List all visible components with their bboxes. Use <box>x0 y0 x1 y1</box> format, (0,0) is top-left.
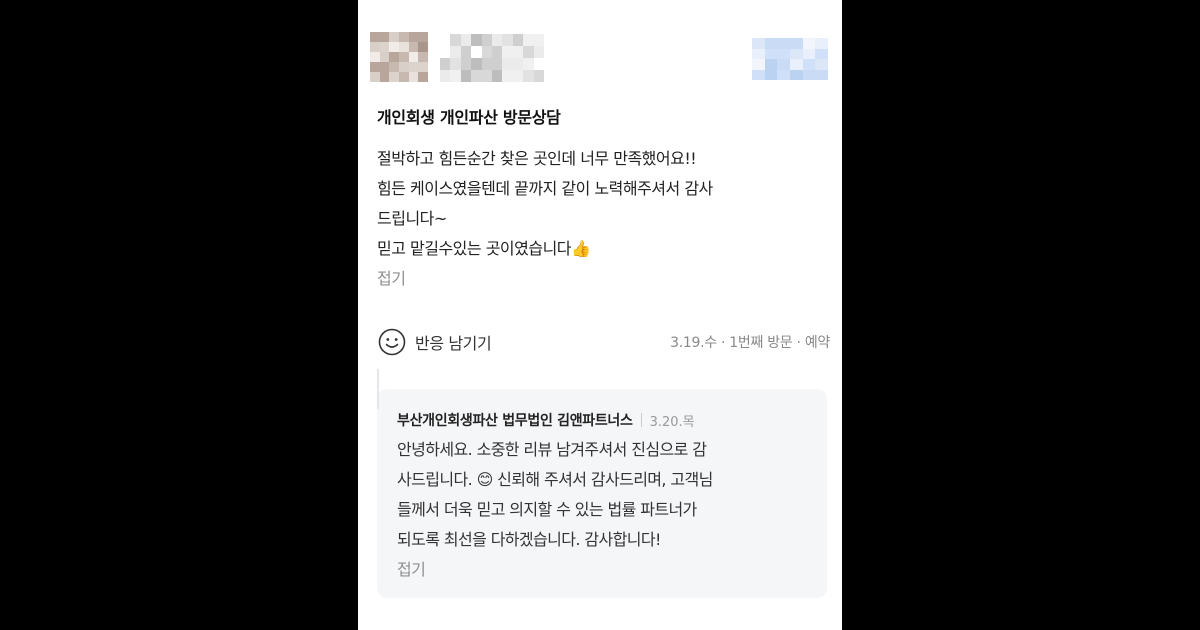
reply-line: 안녕하세요. 소중한 리뷰 남겨주셔서 진심으로 감 <box>397 440 707 459</box>
reply-date: 3.20.목 <box>649 414 695 430</box>
review-line: 믿고 맡길수있는 곳이였습니다👍 <box>377 239 591 258</box>
avatar[interactable] <box>370 32 428 82</box>
reply-line: 되도록 최선을 다하겠습니다. 감사합니다! <box>397 530 661 549</box>
reply-line: 사드립니다. 😊 신뢰해 주셔서 감사드리며, 고객님 <box>397 470 713 489</box>
reply-body: 안녕하세요. 소중한 리뷰 남겨주셔서 진심으로 감 사드립니다. 😊 신뢰해 … <box>397 435 817 585</box>
review-line: 절박하고 힘든순간 찾은 곳인데 너무 만족했어요!! <box>377 149 697 168</box>
reply-owner-name: 부산개인회생파산 법무법인 김앤파트너스 <box>397 413 633 429</box>
review-title: 개인회생 개인파산 방문상담 <box>377 108 561 127</box>
review-line: 드립니다~ <box>377 209 447 228</box>
review-line: 힘든 케이스였을텐데 끝까지 같이 노력해주셔서 감사 <box>377 179 713 198</box>
follow-button-blurred[interactable] <box>752 38 828 80</box>
review-body: 절박하고 힘든순간 찾은 곳인데 너무 만족했어요!! 힘든 케이스였을텐데 끝… <box>377 144 827 294</box>
reply-fold-link[interactable]: 접기 <box>397 555 817 585</box>
owner-reply: 부산개인회생파산 법무법인 김앤파트너스 3.20.목 안녕하세요. 소중한 리… <box>377 369 827 598</box>
reply-header: 부산개인회생파산 법무법인 김앤파트너스 3.20.목 <box>397 410 695 430</box>
divider <box>640 413 642 427</box>
smile-icon <box>378 328 406 356</box>
reply-line: 들께서 더욱 믿고 의지할 수 있는 법률 파트너가 <box>397 500 697 519</box>
reaction-label: 반응 남기기 <box>415 334 492 353</box>
review-fold-link[interactable]: 접기 <box>377 264 827 294</box>
reviewer-name-blurred[interactable] <box>440 34 544 82</box>
leave-reaction-button[interactable]: 반응 남기기 <box>377 326 492 358</box>
reply-connector <box>377 369 379 409</box>
visit-meta: 3.19.수 · 1번째 방문 · 예약 <box>670 335 830 351</box>
